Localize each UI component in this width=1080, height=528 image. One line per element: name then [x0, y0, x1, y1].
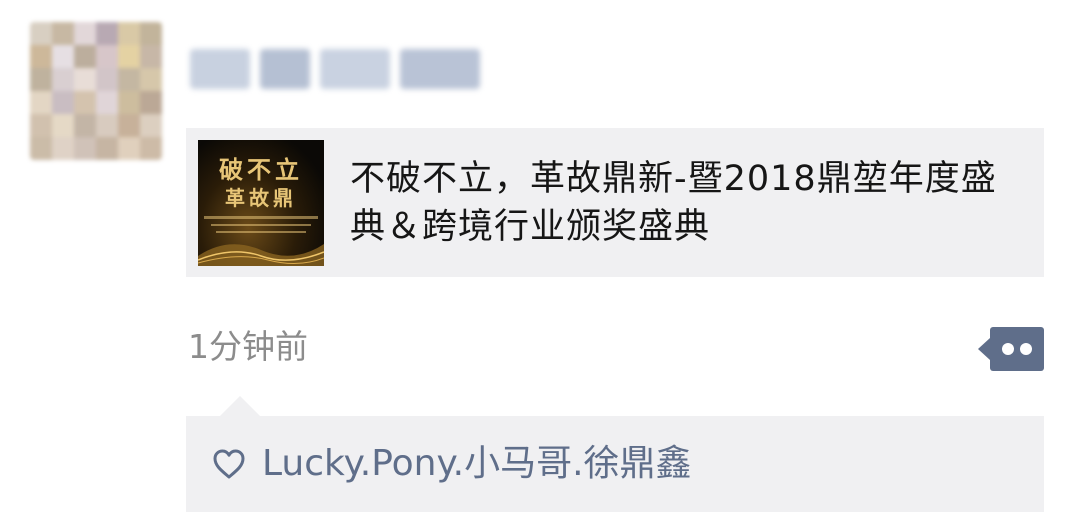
username-blurred[interactable] — [190, 40, 490, 98]
heart-icon — [213, 449, 245, 479]
more-button-pointer — [978, 338, 990, 360]
thumbnail-subtitle-bar — [204, 215, 318, 219]
thumbnail-title-line2: 革故鼎 — [225, 185, 297, 210]
thumbnail-gold-wave — [198, 243, 324, 266]
share-thumbnail: 破不立 革故鼎 — [198, 139, 324, 266]
dot — [1002, 343, 1014, 355]
post-timestamp: 1分钟前 — [188, 327, 308, 366]
more-button[interactable] — [978, 327, 1044, 371]
more-dots-icon — [990, 327, 1044, 371]
likes-pointer — [220, 396, 260, 416]
thumbnail-title-line1: 破不立 — [219, 154, 303, 184]
avatar[interactable] — [30, 22, 162, 160]
dot — [1020, 343, 1032, 355]
like-name-link[interactable]: Lucky.Pony.小马哥.徐鼎鑫 — [262, 440, 692, 488]
likes-section: Lucky.Pony.小马哥.徐鼎鑫 — [186, 416, 1044, 512]
shared-link-card[interactable]: 破不立 革故鼎 不破不立，革故鼎新-暨2018鼎堃年度盛典＆跨境行业颁奖盛典 — [186, 128, 1044, 277]
share-title: 不破不立，革故鼎新-暨2018鼎堃年度盛典＆跨境行业颁奖盛典 — [350, 158, 997, 247]
